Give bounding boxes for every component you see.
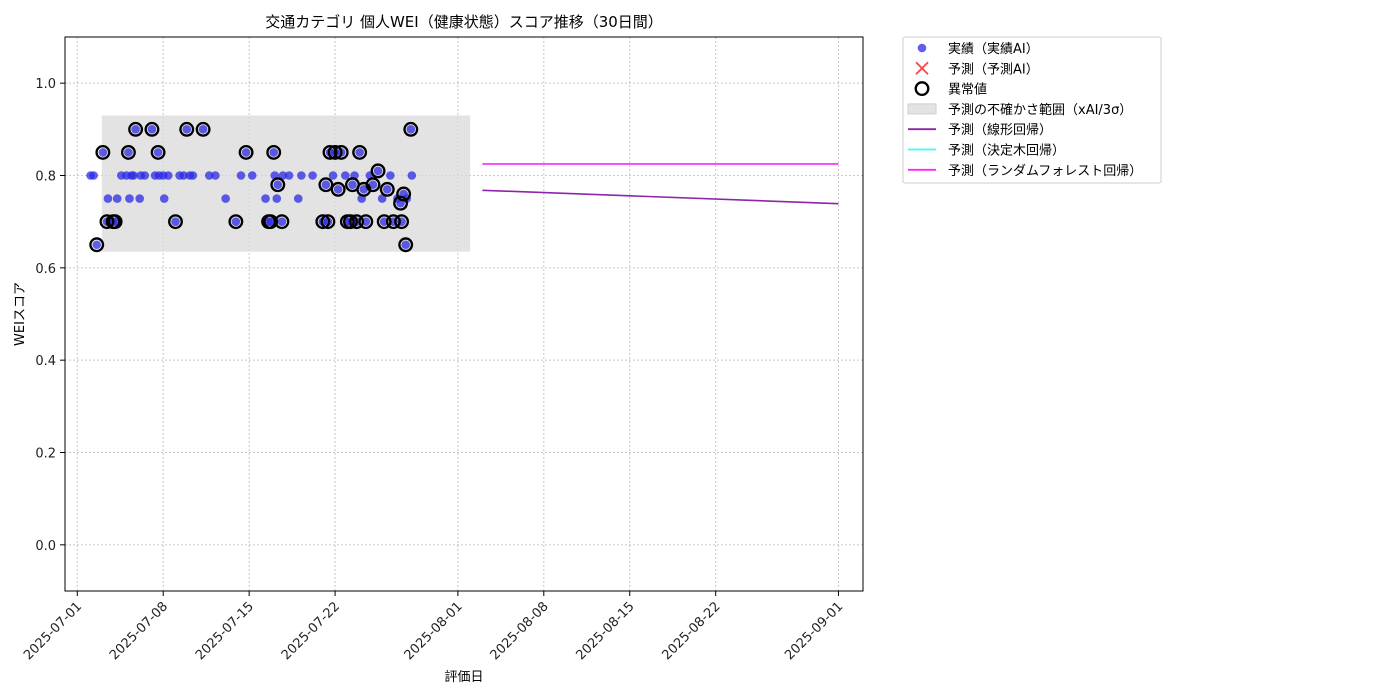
legend-label: 異常値	[948, 82, 987, 98]
actual-point	[221, 194, 230, 203]
actual-point	[98, 148, 108, 157]
uncertainty-band-layer	[101, 115, 471, 252]
y-axis-label: WEIスコア	[13, 282, 28, 346]
actual-point	[373, 166, 383, 176]
actual-point	[159, 194, 169, 203]
x-tick-label: 2025-08-01	[402, 599, 466, 663]
actual-point	[124, 148, 133, 157]
actual-point	[182, 125, 192, 134]
x-tick-label: 2025-07-22	[279, 599, 343, 663]
actual-point	[89, 171, 98, 180]
actual-point	[140, 171, 150, 180]
actual-point	[272, 194, 282, 203]
legend-label: 実績（実績AI）	[948, 41, 1039, 57]
y-tick-label: 0.6	[35, 262, 56, 277]
actual-point	[147, 125, 157, 134]
actual-point	[188, 171, 198, 180]
x-axis-ticks: 2025-07-01 2025-07-08 2025-07-15 2025-07-22…	[21, 591, 846, 663]
actual-point	[328, 171, 338, 180]
x-tick-label: 2025-08-22	[659, 599, 723, 663]
actual-point	[131, 125, 140, 134]
y-tick-label: 0.0	[35, 539, 56, 554]
x-axis-label: 評価日	[444, 670, 483, 685]
chart: 交通カテゴリ 個人WEI（健康状態）スコア推移（30日間） 2025-07-01…	[13, 13, 1162, 685]
actual-point	[153, 148, 163, 157]
prediction-line	[482, 189, 839, 205]
actual-point	[112, 194, 122, 203]
actual-point	[308, 171, 317, 180]
actual-point	[125, 194, 134, 203]
legend: 実績（実績AI） 予測（予測AI） 異常値予測の不確かさ範囲（xAI/3σ） 予測（線…	[902, 36, 1162, 184]
actual-point	[348, 180, 357, 190]
actual-point	[241, 148, 251, 157]
actual-point	[171, 217, 180, 226]
actual-point	[211, 171, 220, 180]
actual-point	[135, 194, 144, 203]
chart-title: 交通カテゴリ 個人WEI（健康状態）スコア推移（30日間）	[265, 13, 663, 31]
x-tick-label: 2025-08-15	[574, 599, 638, 663]
y-tick-label: 0.4	[35, 354, 56, 369]
actual-point	[355, 148, 364, 157]
legend-label: 予測（予測AI）	[948, 62, 1039, 77]
prediction-lines-layer	[482, 163, 839, 205]
actual-point	[401, 240, 410, 250]
actual-point	[103, 194, 113, 203]
actual-point	[92, 240, 102, 250]
legend-label: 予測（線形回帰）	[948, 122, 1052, 138]
actual-point	[269, 148, 279, 157]
y-axis-ticks: 0.0 0.2 0.4 0.6 0.8 1.0	[35, 77, 65, 554]
y-tick-label: 0.2	[35, 447, 56, 462]
actual-point	[277, 217, 287, 226]
actual-point	[386, 171, 395, 180]
legend-label: 予測（決定木回帰）	[948, 143, 1065, 159]
legend-label: 予測の不確かさ範囲（xAI/3σ）	[948, 102, 1132, 118]
x-tick-label: 2025-07-08	[107, 599, 171, 663]
actual-point	[284, 171, 294, 180]
y-tick-label: 1.0	[35, 77, 56, 92]
x-tick-label: 2025-09-01	[782, 599, 846, 663]
x-tick-label: 2025-07-01	[21, 599, 85, 663]
legend-swatch-actual	[917, 43, 927, 53]
actual-point	[198, 125, 208, 134]
y-tick-label: 0.8	[35, 170, 56, 185]
legend-label: 予測（ランダムフォレスト回帰）	[948, 163, 1142, 179]
actual-point	[333, 185, 343, 194]
actual-point	[236, 171, 246, 180]
x-tick-label: 2025-07-15	[193, 599, 257, 663]
uncertainty-band	[101, 115, 471, 252]
actual-point	[341, 171, 350, 180]
actual-point	[297, 171, 306, 180]
actual-point	[382, 185, 392, 194]
actual-point	[406, 125, 416, 134]
actual-point	[293, 194, 303, 203]
actual-point	[407, 171, 417, 180]
actual-point	[164, 171, 173, 180]
actual-point	[261, 194, 270, 203]
x-tick-label: 2025-08-08	[488, 599, 552, 663]
actual-point	[231, 217, 241, 226]
actual-point	[273, 180, 283, 190]
actual-point	[247, 171, 257, 180]
actual-point	[321, 180, 331, 190]
legend-swatch-band	[907, 103, 937, 115]
